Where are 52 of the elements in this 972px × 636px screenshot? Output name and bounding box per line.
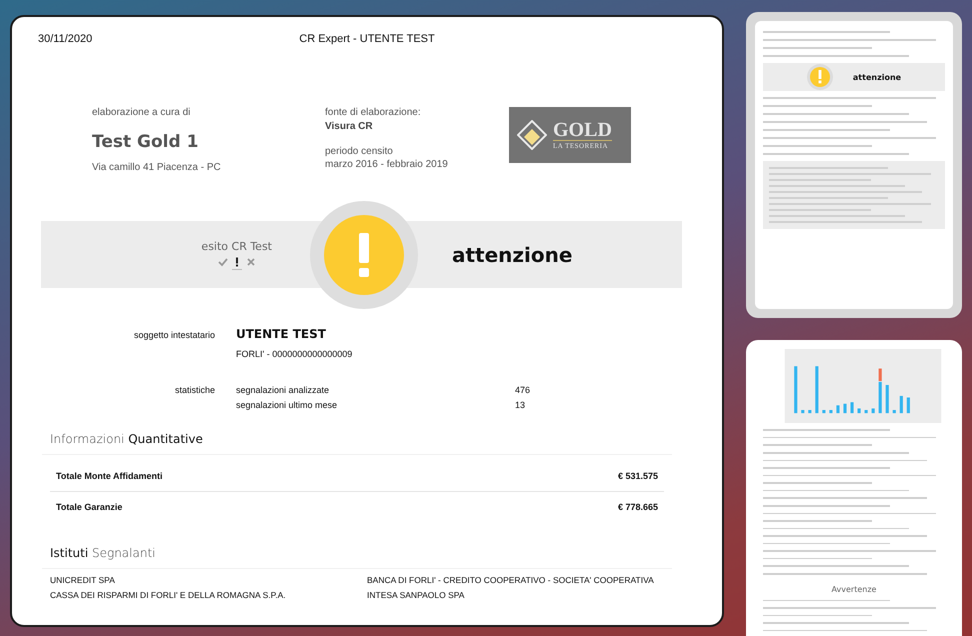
institute-name: BANCA DI FORLI' - CREDITO COOPERATIVO - SOCIETA' COOPERATIVA <box>367 575 655 586</box>
statistic-value: 13 <box>515 400 526 410</box>
period-label: periodo censito <box>325 146 394 157</box>
address: Via camillo 41 Piacenza - PC <box>92 162 222 173</box>
chart-bar <box>815 366 818 414</box>
chart-bar <box>801 410 804 414</box>
warning-icon <box>324 215 404 295</box>
outcome-label: esito CR Test <box>201 240 272 253</box>
section-caption: Avvertenze <box>832 584 876 594</box>
chart-bar <box>850 402 854 414</box>
result-text: attenzione <box>452 243 574 267</box>
subject-name: UTENTE TEST <box>236 327 327 341</box>
chart-bar <box>892 410 896 414</box>
statistics-label: statistiche <box>174 385 215 395</box>
section-title: Istituti Segnalanti <box>42 546 672 569</box>
source-label: fonte di elaborazione: <box>325 107 422 118</box>
statistic-name: segnalazioni analizzate <box>236 385 330 395</box>
total-label: Totale Monte Affidamenti <box>56 471 162 483</box>
chart-bar <box>886 384 889 414</box>
total-label: Totale Garanzie <box>56 502 122 514</box>
statistic-value: 476 <box>515 385 532 395</box>
chart-bar <box>808 410 812 414</box>
subject-label: soggetto intestatario <box>132 329 215 342</box>
period-value: marzo 2016 - febbraio 2019 <box>325 159 449 170</box>
chart-bar <box>906 398 910 414</box>
page-thumbnail[interactable]: Avvertenze <box>746 340 962 636</box>
prepared-by-label: elaborazione a cura di <box>92 107 192 118</box>
total-value: € 778.665 <box>618 502 658 514</box>
page-thumbnail[interactable]: attenzione <box>746 12 962 318</box>
chart-bar <box>822 410 826 414</box>
statistic-name: segnalazioni ultimo mese <box>236 400 338 410</box>
warning-icon <box>806 64 833 90</box>
institute-name: UNICREDIT SPA <box>50 575 116 586</box>
total-value: € 531.575 <box>618 471 658 483</box>
result-caption: attenzione <box>852 72 902 82</box>
section-title: Informazioni Quantitative <box>42 432 672 455</box>
subject-detail: FORLI' - 0000000000000009 <box>236 349 354 359</box>
chart-bar <box>829 410 832 414</box>
source-value: Visura CR <box>325 121 374 132</box>
chart-bar <box>864 410 868 414</box>
chart-bar <box>843 404 847 414</box>
chart-bar <box>872 408 875 414</box>
chart-bar <box>836 405 840 414</box>
institute-name: INTESA SANPAOLO SPA <box>367 590 466 601</box>
chart-bar <box>794 366 798 414</box>
institute-name: CASSA DEI RISPARMI DI FORLI' E DELLA ROMAGNA S.P.A. <box>50 590 287 601</box>
prepared-by-name: Test Gold 1 <box>92 132 200 152</box>
diamond-icon <box>517 120 547 150</box>
chart-bar <box>900 396 903 414</box>
report-title: CR Expert - UTENTE TEST <box>299 33 435 45</box>
report-date: 30/11/2020 <box>38 33 94 45</box>
chart-bar <box>858 408 861 414</box>
